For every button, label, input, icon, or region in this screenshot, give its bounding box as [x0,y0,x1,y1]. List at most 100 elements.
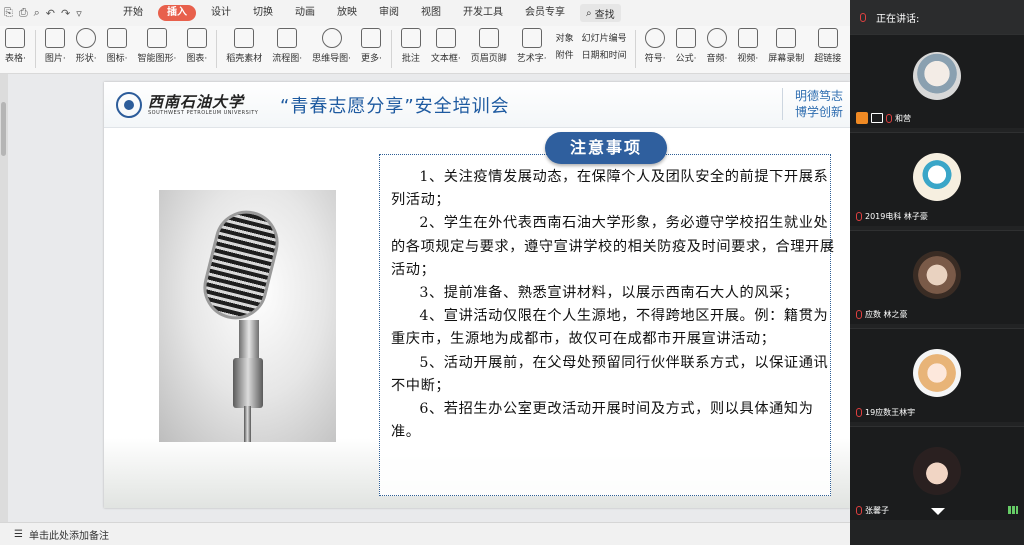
audio-tool[interactable]: 音频· [706,28,727,64]
redo-icon[interactable]: ↷ [61,7,70,20]
microphone-muted-icon [856,506,862,515]
flowchart-icon [277,28,298,48]
undo-icon[interactable]: ↶ [46,7,55,20]
avatar [913,52,961,100]
preview-icon[interactable]: ⌕ [34,6,40,20]
screen-share-icon [871,113,883,123]
avatar [913,251,961,299]
wordart-tool[interactable]: 艺术字· [517,28,547,64]
symbol-tool[interactable]: 符号· [645,28,666,64]
participant-tile[interactable]: 应数 林之豪 [850,230,1024,324]
participant-name: 张馨子 [856,505,889,516]
docer-material-tool[interactable]: 稻壳素材 [226,28,262,64]
participant-tile[interactable]: 和营 [850,34,1024,128]
participant-name: 和营 [856,112,911,124]
slide-canvas[interactable]: 西南石油大学 SOUTHWEST PETROLEUM UNIVERSITY “青… [104,82,850,508]
shape-icon [76,28,97,48]
smartart-tool[interactable]: 智能图形· [138,28,176,64]
slide-title: “青春志愿分享”安全培训会 [280,96,510,117]
slide-number-button[interactable]: 幻灯片编号 [582,31,627,44]
scrollbar-thumb[interactable] [1,102,6,156]
more-icon[interactable]: ▿ [76,7,82,20]
divider [34,30,36,68]
object-button[interactable]: 对象 [556,31,574,44]
mindmap-tool[interactable]: 思维导图· [312,28,351,64]
avatar [913,153,961,201]
comment-tool[interactable]: 批注 [400,28,421,64]
avatar [913,349,961,397]
date-time-button[interactable]: 日期和时间 [582,48,627,61]
signal-strength-icon [1008,506,1018,514]
divider [634,30,636,68]
notice-text[interactable]: 1、关注疫情发展动态，在保障个人及团队安全的前提下开展系列活动； 2、学生在外代… [391,166,835,444]
tab-slideshow[interactable]: 放映 [326,0,368,26]
screen-record-tool[interactable]: 屏幕录制 [768,28,804,64]
microphone-muted-icon [856,310,862,319]
notes-placeholder: 单击此处添加备注 [28,530,109,542]
textbox-tool[interactable]: 文本框· [431,28,461,64]
print-icon[interactable]: ⎙ [19,6,28,20]
smartart-icon [146,28,167,48]
university-name-cn: 西南石油大学 [148,93,245,111]
picture-tool[interactable]: 图片· [45,28,66,64]
video-tool[interactable]: 视频· [737,28,758,64]
attachment-button[interactable]: 附件 [556,48,574,61]
slide-number-date-group: 幻灯片编号 日期和时间 [582,31,627,61]
more-tool[interactable]: 更多· [361,28,382,64]
tab-home[interactable]: 开始 [112,0,154,26]
icon-tool[interactable]: 图标· [107,28,128,64]
speaking-header: 正在讲话: [850,0,1024,34]
speaker-notes-bar[interactable]: ☰ 单击此处添加备注 [0,522,850,545]
microphone-body [233,358,263,408]
chart-tool[interactable]: 图表· [186,28,207,64]
participant-tile[interactable]: 2019电科 林子豪 [850,132,1024,226]
university-name-en: SOUTHWEST PETROLEUM UNIVERSITY [148,110,259,116]
tab-developer[interactable]: 开发工具 [452,0,514,26]
participant-tile[interactable]: 张馨子 [850,426,1024,520]
notice-item: 5、活动开展前，在父母处预留同行伙伴联系方式，以保证通讯不中断； [391,354,829,394]
search-button[interactable]: ⌕ 查找 [580,4,621,22]
record-icon [776,28,797,48]
tab-transition[interactable]: 切换 [242,0,284,26]
microphone-muted-icon [856,408,862,417]
search-label: 查找 [594,9,615,21]
save-icon[interactable]: ⎘ [4,6,13,20]
pi-icon [676,28,696,48]
shape-tool[interactable]: 形状· [76,28,97,64]
tab-animation[interactable]: 动画 [284,0,326,26]
tab-view[interactable]: 视图 [410,0,452,26]
divider [216,30,218,68]
microphone-icon [860,12,866,22]
scroll-down-arrow-icon[interactable] [931,508,945,515]
icons-icon [107,28,128,48]
tab-member[interactable]: 会员专享 [514,0,576,26]
mindmap-icon [321,28,342,48]
header-footer-icon [478,28,499,48]
flowchart-tool[interactable]: 流程图· [272,28,302,64]
speaker-icon [706,28,727,48]
microphone-image [159,190,336,442]
notice-title-badge: 注意事项 [545,132,667,164]
omega-icon [645,28,666,48]
header-footer-tool[interactable]: 页眉页脚 [471,28,507,64]
host-badge-icon [856,112,868,124]
thumbnail-pane-edge [0,74,8,522]
hyperlink-tool[interactable]: 超链接 [814,28,841,64]
object-attachment-group: 对象 附件 [556,31,574,61]
table-tool[interactable]: 表格· [5,28,26,64]
ribbon-tab-bar: ⎘ ⎙ ⌕ ↶ ↷ ▿ 开始 插入 设计 切换 动画 放映 审阅 视图 开发工具… [0,0,850,26]
tab-design[interactable]: 设计 [200,0,242,26]
tab-review[interactable]: 审阅 [368,0,410,26]
avatar [913,447,961,495]
university-seal-icon [116,92,142,118]
notice-item: 4、宣讲活动仅限在个人生源地，不得跨地区开展。例：籍贯为重庆市，生源地为成都市，… [391,308,829,348]
table-icon [5,28,26,48]
participant-name: 应数 林之豪 [856,309,908,320]
notice-item: 2、学生在外代表西南石油大学形象，务必遵守学校招生就业处的各项规定与要求，遵守宣… [391,215,835,278]
material-icon [234,28,255,48]
comment-icon [400,28,421,48]
tab-insert[interactable]: 插入 [158,5,196,21]
microphone-muted-icon [856,212,862,221]
participant-tile[interactable]: 19应数王林宇 [850,328,1024,422]
formula-tool[interactable]: 公式· [676,28,696,64]
